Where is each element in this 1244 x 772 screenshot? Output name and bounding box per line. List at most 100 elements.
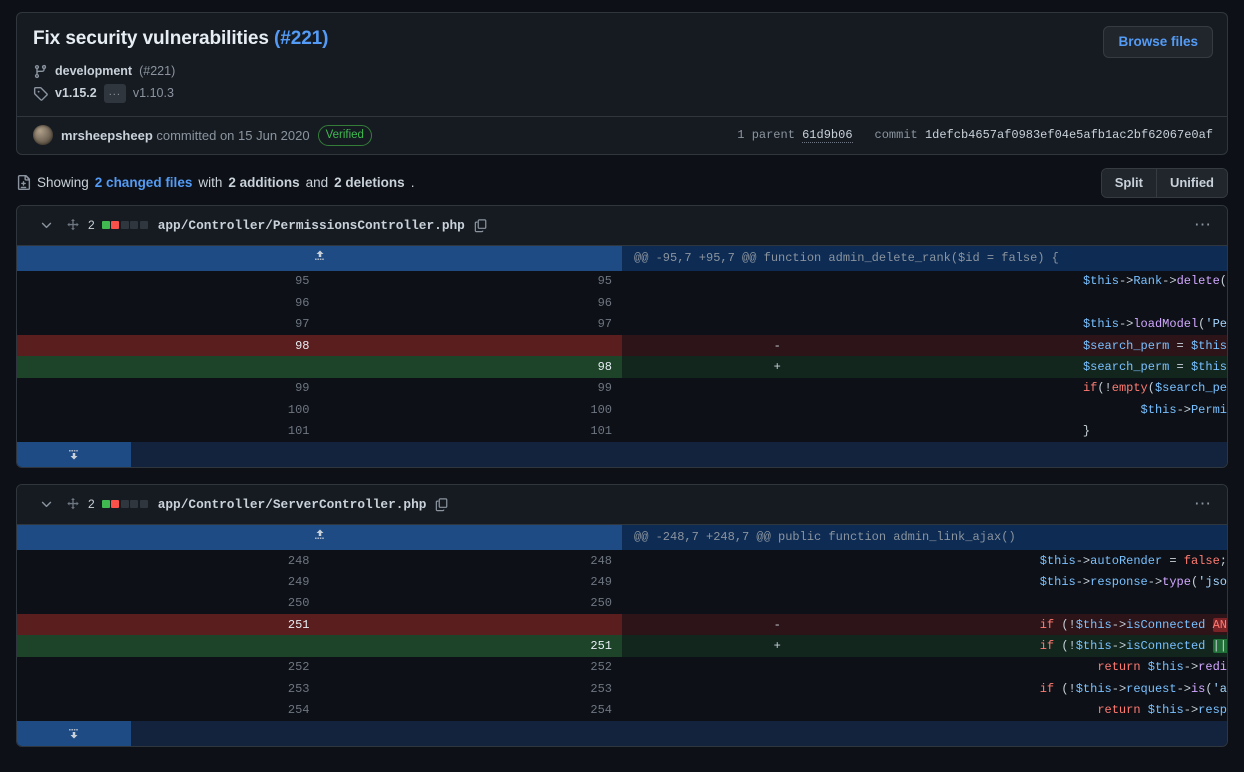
file-options-kebab-icon[interactable]: ⋯ [1194,495,1213,512]
file-options-kebab-icon[interactable]: ⋯ [1194,216,1213,233]
avatar[interactable] [33,125,53,146]
expand-down-button[interactable] [17,441,131,467]
branch-pr-number[interactable]: (#221) [139,64,175,78]
diff-line-context[interactable]: 100100 $this->Permission->delete($search… [17,399,1227,421]
tag-meta-row: v1.15.2 ... v1.10.3 [33,83,1211,103]
diff-code: return $this->redirect('/'); [924,656,1227,679]
tag-oldest-link[interactable]: v1.10.3 [133,86,174,100]
page-title: Fix security vulnerabilities (#221) [33,27,1211,52]
copy-path-icon[interactable] [434,497,449,512]
diff-code: $search_perm = $this->Permission->find('… [924,356,1227,378]
diff-code: if (!$this->request->is('ajax')) [924,678,1227,700]
line-number-old: 253 [17,678,320,700]
line-number-old [17,635,320,657]
diff-code: if(!empty($search_perm)) { [924,377,1227,400]
diff-line-addition[interactable]: 251+ if (!$this->isConnected || !$this->… [17,635,1227,657]
parent-label: 1 parent [737,128,795,143]
diff-line-context[interactable]: 250 250 [17,592,1227,614]
diff-sign [622,592,925,614]
commit-label: commit [874,128,918,143]
line-number-old: 101 [17,420,320,442]
hunk-header-text: @@ -95,7 +95,7 @@ function admin_delete_… [622,245,1227,271]
chevron-down-icon[interactable] [39,218,54,233]
commit-author-bar: mrsheepsheep committed on 15 Jun 2020 Ve… [17,115,1227,154]
expand-down-button[interactable] [17,720,131,746]
diff-stat-blocks [101,221,148,230]
line-number-old: 98 [17,334,320,357]
additions-count: 2 additions [228,175,300,191]
move-handle-icon[interactable] [66,497,80,511]
diff-code: $search_perm = $this->Permission->find('… [924,334,1227,357]
expand-up-button[interactable] [17,245,622,271]
deletions-count: 2 deletions [334,175,405,191]
diff-sign [622,549,925,572]
line-number-old: 96 [17,292,320,314]
line-number-old: 254 [17,699,320,721]
diff-view-toggle: Split Unified [1100,167,1228,198]
diff-code: $this->loadModel('Permission'); [924,313,1227,335]
sha-area: 1 parent 61d9b06 commit 1defcb4657af0983… [737,128,1213,144]
expand-down-strip [17,720,1227,746]
author-name-link[interactable]: mrsheepsheep [61,128,153,143]
diff-line-context[interactable]: 254254 return $this->response->body(json… [17,699,1227,721]
chevron-down-icon[interactable] [39,497,54,512]
diff-line-context[interactable]: 9797 $this->loadModel('Permission'); [17,313,1227,335]
diff-code: $this->Rank->delete($search['Rank']['id'… [924,270,1227,293]
unified-view-button[interactable]: Unified [1155,168,1227,197]
diff-sign [622,377,925,400]
file-diff-header: 2 app/Controller/ServerController.php ⋯ [17,484,1227,525]
tag-newest-link[interactable]: v1.15.2 [55,86,97,100]
diff-line-context[interactable]: 253253 if (!$this->request->is('ajax')) [17,678,1227,700]
commit-header-card: Fix security vulnerabilities (#221) Brow… [16,12,1228,155]
move-handle-icon[interactable] [66,218,80,232]
commit-sha[interactable]: 1defcb4657af0983ef04e5afb1ac2bf62067e0af [925,128,1213,142]
diff-line-context[interactable]: 252252 return $this->redirect('/'); [17,656,1227,679]
file-diff-block: 2 app/Controller/PermissionsController.ph… [16,204,1228,468]
expand-down-strip [17,441,1227,467]
diff-code: return $this->response->body(json_encode… [924,699,1227,721]
diff-file-icon [16,175,31,191]
diff-line-context[interactable]: 101 101 } [17,420,1227,442]
diff-line-context[interactable]: 248 248 $this->autoRender = false; [17,549,1227,572]
diff-sign [622,571,925,593]
line-number-old: 248 [17,549,320,572]
diff-line-context[interactable]: 9595 $this->Rank->delete($search['Rank']… [17,270,1227,293]
browse-files-button[interactable]: Browse files [1103,26,1213,58]
diff-line-deletion[interactable]: 98 - $search_perm = $this->Permission->fi… [17,334,1227,357]
split-view-button[interactable]: Split [1101,168,1156,197]
author-line: mrsheepsheep committed on 15 Jun 2020 [61,128,310,143]
diff-code: if (!$this->isConnected || !$this->Permi… [924,635,1227,657]
expand-up-button[interactable] [17,524,622,550]
tag-ellipsis-button[interactable]: ... [103,83,126,103]
parent-sha-link[interactable]: 61d9b06 [802,128,853,144]
diff-sign [622,699,925,721]
line-number-new: 254 [319,699,622,721]
diff-sign: - [622,613,925,636]
line-number-new: 250 [319,592,622,614]
diff-line-deletion[interactable]: 251 - if (!$this->isConnected AND $this->… [17,613,1227,636]
file-path[interactable]: app/Controller/PermissionsController.php [158,218,465,233]
changed-files-link[interactable]: 2 changed files [95,175,193,190]
diff-sign [622,678,925,700]
commit-date-text: committed on 15 Jun 2020 [152,127,310,143]
diff-line-addition[interactable]: 98+ $search_perm = $this->Permission->fi… [17,356,1227,378]
file-path[interactable]: app/Controller/ServerController.php [158,497,427,512]
line-number-old: 100 [17,399,320,421]
diff-code [924,292,1227,314]
diff-line-context[interactable]: 9999 if(!empty($search_perm)) { [17,377,1227,400]
diff-line-context[interactable]: 96 96 [17,292,1227,314]
verified-badge[interactable]: Verified [317,124,372,146]
commit-title-pr-number[interactable]: (#221) [274,28,328,49]
branch-meta-row: development (#221) [33,62,1211,81]
diff-sign [622,313,925,335]
file-change-count: 2 [88,497,95,512]
copy-path-icon[interactable] [473,218,488,233]
diff-code [924,592,1227,614]
line-number-new: 248 [319,549,622,572]
diff-line-context[interactable]: 249249 $this->response->type('json'); [17,571,1227,593]
showing-prefix: Showing [37,175,89,191]
line-number-old: 99 [17,377,320,400]
git-branch-icon [33,64,48,79]
diff-table: @@ -248,7 +248,7 @@ public function admi… [17,524,1227,721]
branch-name-link[interactable]: development [55,64,132,78]
